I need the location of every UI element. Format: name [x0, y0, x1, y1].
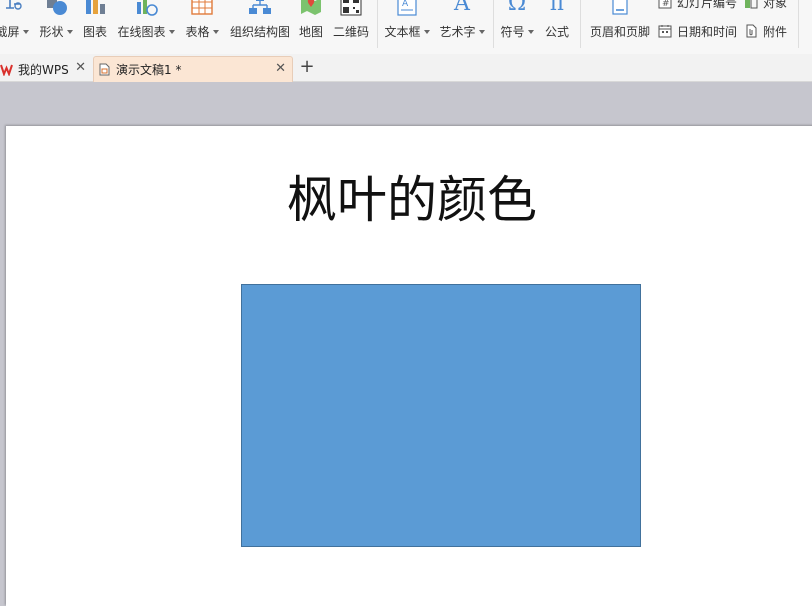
online-chart-icon — [137, 0, 158, 16]
wordart-label: 艺术字 — [439, 25, 476, 39]
close-icon[interactable]: ✕ — [75, 61, 86, 75]
omega-icon: Ω — [507, 0, 527, 16]
datetime-button[interactable]: 日期和时间 — [658, 23, 737, 39]
shape-label: 形状 — [39, 25, 64, 39]
screenshot-label: 截屏 — [0, 25, 20, 39]
close-icon[interactable]: ✕ — [275, 62, 286, 76]
slide-workspace: 枫叶的颜色 — [0, 82, 812, 606]
tab-my-wps-label: 我的WPS — [18, 62, 69, 77]
datetime-label: 日期和时间 — [677, 24, 738, 39]
formula-button[interactable]: π 公式 — [541, 0, 573, 48]
bar-chart-icon — [86, 0, 105, 14]
wps-logo-icon — [0, 64, 13, 76]
attachment-button[interactable]: 附件 — [744, 23, 787, 39]
svg-text:A: A — [402, 0, 409, 9]
attachment-label: 附件 — [763, 24, 788, 39]
table-label: 表格 — [185, 25, 210, 39]
chart-button[interactable]: 图表 — [80, 0, 110, 48]
symbol-button[interactable]: Ω 符号 — [498, 0, 536, 48]
header-footer-button[interactable]: 页眉和页脚 — [587, 0, 653, 48]
slide-number-label: 幻灯片编号 — [677, 0, 738, 10]
symbol-label: 符号 — [500, 25, 525, 39]
header-footer-icon — [612, 0, 628, 15]
svg-text:#: # — [662, 0, 670, 9]
rectangle-shape[interactable] — [241, 284, 641, 547]
chevron-down-icon — [212, 30, 219, 34]
calendar-icon — [658, 25, 672, 38]
new-tab-plus-icon[interactable]: + — [298, 57, 316, 77]
pi-icon: π — [549, 0, 565, 16]
shape-icon — [47, 0, 67, 15]
textbox-button[interactable]: A 文本框 — [382, 0, 432, 48]
object-button[interactable]: 对象 — [744, 0, 787, 10]
tab-presentation-label: 演示文稿1 * — [116, 63, 182, 77]
textbox-label: 文本框 — [384, 25, 421, 39]
tab-presentation-1[interactable]: 演示文稿1 * ✕ — [93, 56, 293, 82]
chevron-down-icon — [423, 30, 430, 34]
chart-label: 图表 — [82, 25, 107, 39]
formula-label: 公式 — [544, 25, 569, 39]
map-icon — [301, 0, 321, 15]
wordart-button[interactable]: A 艺术字 — [437, 0, 487, 48]
chevron-down-icon — [527, 30, 534, 34]
chevron-down-icon — [478, 30, 485, 34]
chevron-down-icon — [22, 30, 29, 34]
qrcode-label: 二维码 — [332, 25, 369, 39]
online-chart-button[interactable]: 在线图表 — [116, 0, 176, 48]
ribbon-separator — [798, 0, 799, 48]
presentation-file-icon — [99, 63, 110, 76]
ribbon-separator — [580, 0, 581, 48]
qrcode-button[interactable]: 二维码 — [331, 0, 371, 48]
ribbon-separator — [377, 0, 378, 48]
tab-my-wps[interactable]: 我的WPS ✕ — [0, 56, 92, 82]
chevron-down-icon — [168, 30, 175, 34]
slide-canvas[interactable]: 枫叶的颜色 — [6, 126, 812, 606]
org-chart-label: 组织结构图 — [229, 25, 290, 39]
insert-ribbon: 截屏 形状 图表 在线图表 表格 组织结构图 地图 二维码 A 文本框 A 艺术… — [0, 0, 812, 54]
object-icon — [745, 0, 758, 9]
slide-number-button[interactable]: # 幻灯片编号 — [658, 0, 737, 10]
header-footer-label: 页眉和页脚 — [589, 25, 650, 39]
table-icon — [191, 0, 213, 15]
screenshot-button[interactable]: 截屏 — [0, 0, 34, 48]
object-label: 对象 — [763, 0, 788, 10]
online-chart-label: 在线图表 — [117, 25, 166, 39]
qrcode-icon — [340, 0, 362, 16]
ribbon-separator — [493, 0, 494, 48]
table-button[interactable]: 表格 — [183, 0, 221, 48]
org-chart-button[interactable]: 组织结构图 — [228, 0, 292, 48]
slide-title[interactable]: 枫叶的颜色 — [6, 170, 812, 230]
shape-button[interactable]: 形状 — [36, 0, 76, 48]
map-button[interactable]: 地图 — [296, 0, 326, 48]
org-chart-icon — [249, 0, 271, 14]
map-label: 地图 — [298, 25, 323, 39]
slide-number-icon: # — [658, 0, 672, 9]
screenshot-icon — [6, 0, 22, 10]
chevron-down-icon — [66, 30, 73, 34]
document-tab-bar: 我的WPS ✕ 演示文稿1 * ✕ — [0, 54, 812, 82]
attachment-icon — [746, 24, 757, 38]
wordart-icon: A — [454, 0, 470, 16]
textbox-icon: A — [397, 0, 417, 16]
